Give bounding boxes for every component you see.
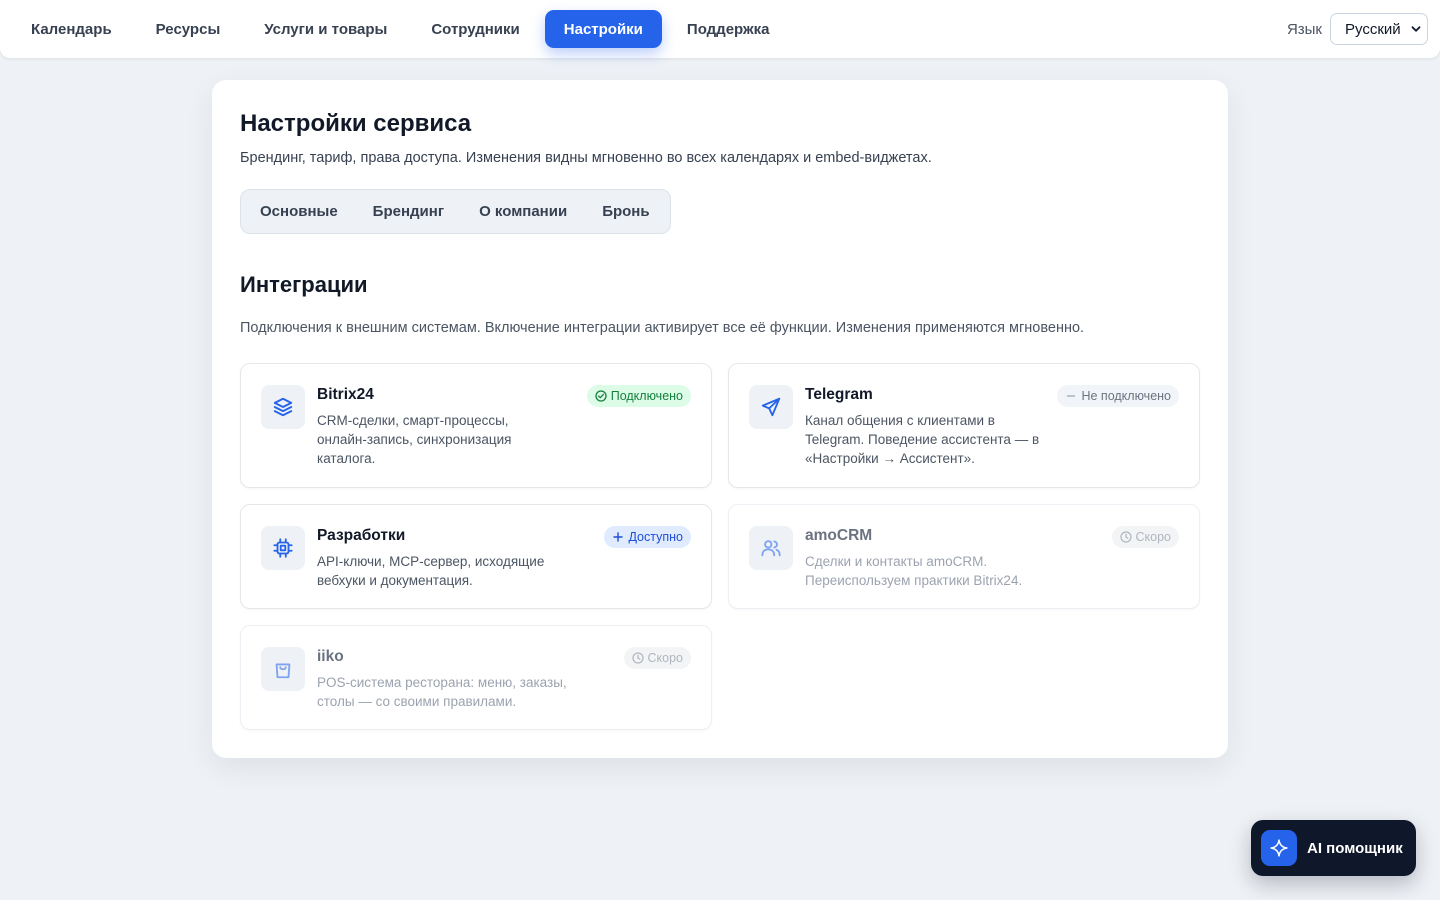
tab-branding[interactable]: Брендинг (360, 203, 458, 220)
integration-description: Канал общения с клиентами в Telegram. По… (805, 413, 1040, 466)
integration-name: Bitrix24 (317, 386, 374, 403)
nav-item-calendar[interactable]: Календарь (12, 10, 131, 48)
integrations-subtitle: Подключения к внешним системам. Включени… (240, 320, 1085, 336)
plus-icon (613, 532, 624, 542)
status-badge-available: Доступно (604, 526, 691, 548)
tab-general[interactable]: Основные (247, 203, 352, 220)
integration-name: Telegram (805, 386, 873, 403)
language-label: Язык (1286, 20, 1322, 38)
status-badge-soon: Скоро (1111, 526, 1179, 548)
integrations-title: Интеграции (240, 272, 368, 297)
tab-company[interactable]: О компании (466, 203, 581, 220)
ai-assistant-button[interactable]: AI помощник (1251, 820, 1416, 876)
integration-name: Разработки (317, 527, 406, 544)
status-label: Подключено (610, 389, 683, 403)
page-subtitle: Брендинг, тариф, права доступа. Изменени… (240, 150, 932, 166)
shopping-bag-icon (261, 647, 305, 691)
top-navigation: Календарь Ресурсы Услуги и товары Сотруд… (0, 0, 1440, 58)
language-select[interactable]: Русский (1330, 13, 1428, 45)
page-title: Настройки сервиса (240, 110, 472, 137)
integration-description: CRM-сделки, смарт-процессы, онлайн-запис… (317, 413, 512, 466)
integration-card-iiko[interactable]: iiko POS-система ресторана: меню, заказы… (240, 625, 712, 730)
status-label: Скоро (647, 651, 684, 665)
status-label: Не подключено (1081, 389, 1171, 403)
clock-icon (1119, 531, 1132, 543)
status-label: Скоро (1135, 530, 1172, 544)
chip-icon (261, 526, 305, 570)
integration-card-telegram[interactable]: Telegram Канал общения с клиентами в Tel… (728, 363, 1200, 488)
status-badge-connected: Подключено (586, 385, 691, 407)
clock-icon (631, 652, 644, 664)
settings-card: Настройки сервиса Брендинг, тариф, права… (212, 80, 1228, 758)
settings-tabs: Основные Брендинг О компании Бронь (240, 189, 671, 234)
integration-name: amoCRM (805, 527, 873, 544)
tab-booking[interactable]: Бронь (589, 203, 663, 220)
status-badge-not-connected: Не подключено (1057, 385, 1179, 407)
nav-item-services[interactable]: Услуги и товары (245, 10, 406, 48)
integration-card-developments[interactable]: Разработки API-ключи, MCP-сервер, исходя… (240, 504, 712, 609)
integration-card-amocrm[interactable]: amoCRM Сделки и контакты amoCRM. Переисп… (728, 504, 1200, 609)
nav-item-staff[interactable]: Сотрудники (412, 10, 538, 48)
integration-description: POS-система ресторана: меню, заказы, сто… (317, 675, 567, 709)
language-value: Русский (1345, 20, 1401, 38)
send-icon (749, 385, 793, 429)
layers-icon (261, 385, 305, 429)
minus-icon (1067, 395, 1076, 397)
nav-item-resources[interactable]: Ресурсы (137, 10, 240, 48)
integration-card-bitrix24[interactable]: Bitrix24 CRM-сделки, смарт-процессы, онл… (240, 363, 712, 488)
integration-name: iiko (317, 648, 344, 665)
main-nav: Календарь Ресурсы Услуги и товары Сотруд… (12, 10, 791, 48)
chevron-down-icon (1411, 26, 1421, 32)
integration-description: Сделки и контакты amoCRM. Переиспользуем… (805, 554, 1023, 588)
integration-description: API-ключи, MCP-сервер, исходящие вебхуки… (317, 554, 545, 588)
ai-assistant-label: AI помощник (1307, 839, 1403, 857)
status-badge-soon: Скоро (623, 647, 691, 669)
nav-item-settings[interactable]: Настройки (544, 10, 662, 48)
language-switcher: Язык Русский (1287, 13, 1428, 45)
sparkle-icon (1261, 830, 1297, 866)
check-circle-icon (595, 390, 607, 402)
status-label: Доступно (628, 530, 683, 544)
nav-item-support[interactable]: Поддержка (668, 10, 789, 48)
users-icon (749, 526, 793, 570)
